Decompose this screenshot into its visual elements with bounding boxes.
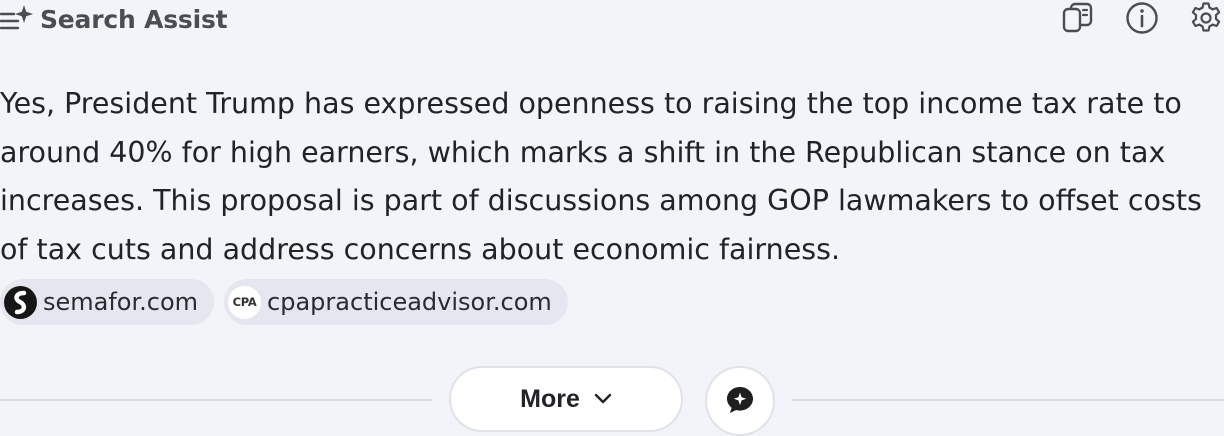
assistant-title: Search Assist — [40, 4, 228, 34]
more-button[interactable]: More — [449, 366, 683, 432]
header-actions — [1032, 0, 1224, 36]
source-chip-semafor[interactable]: semafor.com — [0, 279, 215, 325]
feedback-button[interactable] — [705, 366, 775, 436]
source-chip-cpapracticeadvisor[interactable]: CPA cpapracticeadvisor.com — [224, 279, 568, 325]
gear-icon[interactable] — [1188, 0, 1224, 36]
answer-text: Yes, President Trump has expressed openn… — [0, 87, 1202, 266]
chat-sparkle-icon — [725, 385, 755, 418]
assistant-header: Search Assist — [0, 0, 1224, 40]
more-label: More — [520, 384, 580, 413]
source-list: semafor.com CPA cpapracticeadvisor.com — [0, 279, 578, 325]
source-label: semafor.com — [43, 288, 199, 316]
divider-right — [792, 399, 1224, 401]
source-label: cpapracticeadvisor.com — [267, 288, 552, 316]
sparkle-list-icon — [0, 2, 34, 36]
copy-icon[interactable] — [1060, 0, 1096, 36]
semafor-logo — [4, 285, 37, 319]
cpa-logo: CPA — [228, 285, 262, 319]
info-icon[interactable] — [1124, 0, 1160, 36]
divider-left — [0, 399, 432, 401]
brand: Search Assist — [0, 2, 228, 36]
chevron-down-icon — [594, 393, 612, 405]
